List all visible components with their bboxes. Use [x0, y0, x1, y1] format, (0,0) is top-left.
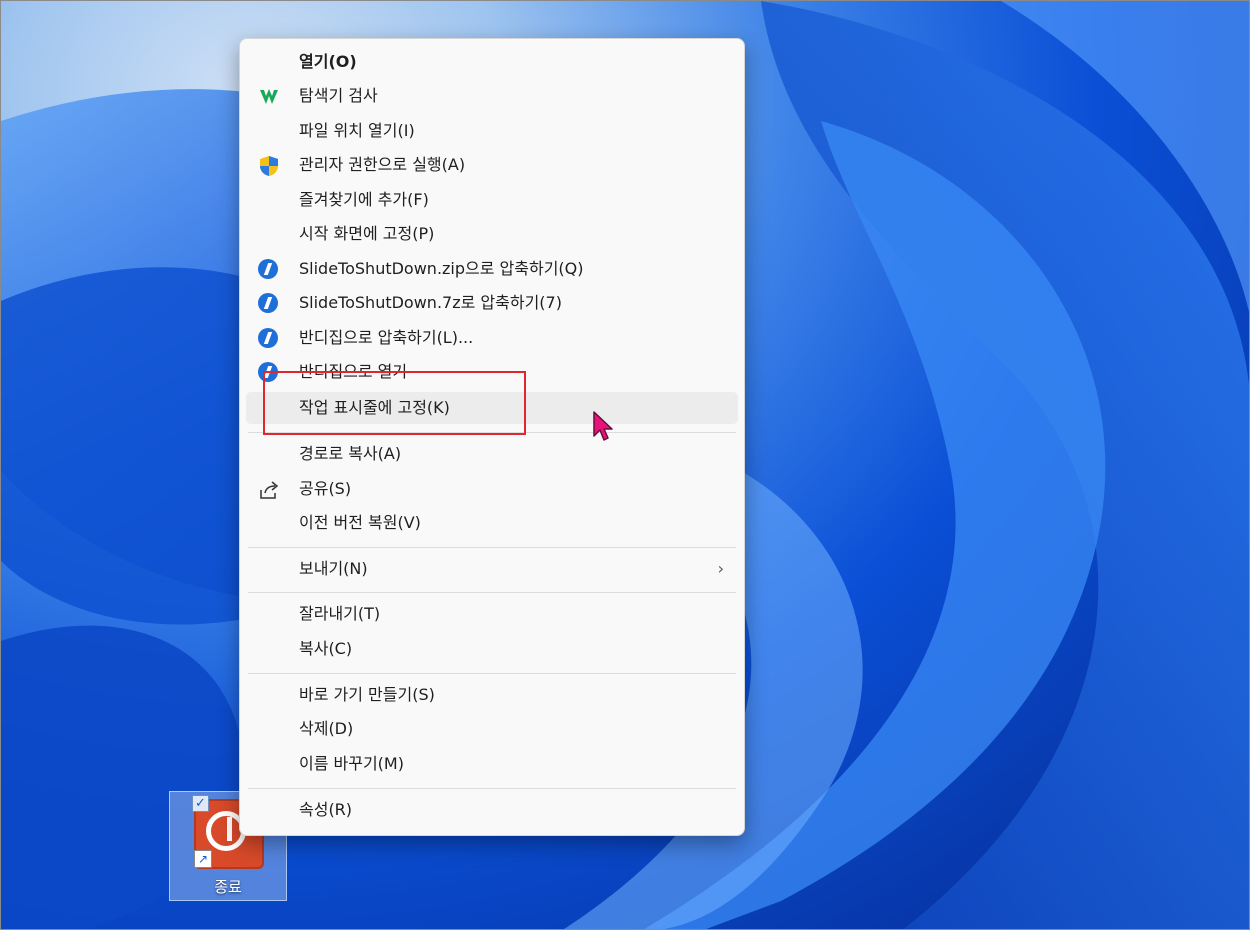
- menu-item-properties[interactable]: 속성(R): [246, 794, 738, 826]
- menu-separator: [248, 673, 736, 674]
- menu-item-label: 열기(O): [299, 52, 357, 71]
- menu-item-label: 파일 위치 열기(I): [299, 121, 415, 140]
- annotation-highlight-box: [263, 371, 526, 435]
- menu-item-label: 바로 가기 만들기(S): [299, 685, 435, 704]
- menu-item-open[interactable]: 열기(O): [246, 46, 738, 78]
- menu-item-label: 이름 바꾸기(M): [299, 754, 404, 773]
- mouse-cursor-icon: [592, 410, 614, 446]
- menu-item-label: 이전 버전 복원(V): [299, 513, 421, 532]
- bandizip-icon: [258, 328, 280, 350]
- chevron-right-icon: ›: [717, 559, 724, 578]
- checkbox-icon[interactable]: ✓: [192, 795, 209, 812]
- menu-item-label: 반디집으로 압축하기(L)...: [299, 328, 474, 347]
- menu-item-compress-7z[interactable]: SlideToShutDown.7z로 압축하기(7): [246, 287, 738, 319]
- shortcut-arrow-icon: ↗: [194, 850, 212, 868]
- uac-shield-icon: [258, 155, 280, 177]
- explorer-scan-icon: [258, 86, 280, 108]
- share-icon: [258, 479, 280, 501]
- menu-item-label: 속성(R): [299, 800, 353, 819]
- menu-item-delete[interactable]: 삭제(D): [246, 713, 738, 745]
- menu-item-label: 잘라내기(T): [299, 604, 381, 623]
- menu-separator: [248, 592, 736, 593]
- menu-item-label: SlideToShutDown.7z로 압축하기(7): [299, 293, 562, 312]
- menu-item-restore-versions[interactable]: 이전 버전 복원(V): [246, 507, 738, 539]
- context-menu: 열기(O) 탐색기 검사 파일 위치 열기(I) 관리자 권한으로 실행(A) …: [239, 38, 745, 836]
- menu-item-compress-zip[interactable]: SlideToShutDown.zip으로 압축하기(Q): [246, 253, 738, 285]
- bandizip-icon: [258, 293, 280, 315]
- menu-item-label: 삭제(D): [299, 719, 354, 738]
- menu-item-rename[interactable]: 이름 바꾸기(M): [246, 748, 738, 780]
- menu-item-label: 즐겨찾기에 추가(F): [299, 190, 429, 209]
- power-bar: [227, 817, 232, 841]
- menu-item-copy[interactable]: 복사(C): [246, 633, 738, 665]
- menu-item-explorer-scan[interactable]: 탐색기 검사: [246, 80, 738, 112]
- menu-item-label: 공유(S): [299, 479, 352, 498]
- menu-separator: [248, 547, 736, 548]
- menu-item-share[interactable]: 공유(S): [246, 473, 738, 505]
- menu-item-send-to[interactable]: 보내기(N) ›: [246, 553, 738, 585]
- menu-item-compress-bandizip[interactable]: 반디집으로 압축하기(L)...: [246, 322, 738, 354]
- menu-item-run-as-admin[interactable]: 관리자 권한으로 실행(A): [246, 149, 738, 181]
- menu-item-label: 복사(C): [299, 639, 353, 658]
- desktop-icon-label: 종료: [214, 878, 242, 896]
- menu-item-add-favorites[interactable]: 즐겨찾기에 추가(F): [246, 184, 738, 216]
- menu-item-copy-path[interactable]: 경로로 복사(A): [246, 438, 738, 470]
- menu-item-cut[interactable]: 잘라내기(T): [246, 598, 738, 630]
- menu-item-open-file-location[interactable]: 파일 위치 열기(I): [246, 115, 738, 147]
- menu-item-label: 경로로 복사(A): [299, 444, 402, 463]
- bandizip-icon: [258, 259, 280, 281]
- menu-item-pin-start[interactable]: 시작 화면에 고정(P): [246, 218, 738, 250]
- menu-item-label: 보내기(N): [299, 559, 368, 578]
- menu-item-label: SlideToShutDown.zip으로 압축하기(Q): [299, 259, 584, 278]
- menu-item-label: 시작 화면에 고정(P): [299, 224, 435, 243]
- menu-item-create-shortcut[interactable]: 바로 가기 만들기(S): [246, 679, 738, 711]
- menu-item-label: 탐색기 검사: [299, 86, 378, 105]
- menu-item-label: 관리자 권한으로 실행(A): [299, 155, 466, 174]
- menu-separator: [248, 788, 736, 789]
